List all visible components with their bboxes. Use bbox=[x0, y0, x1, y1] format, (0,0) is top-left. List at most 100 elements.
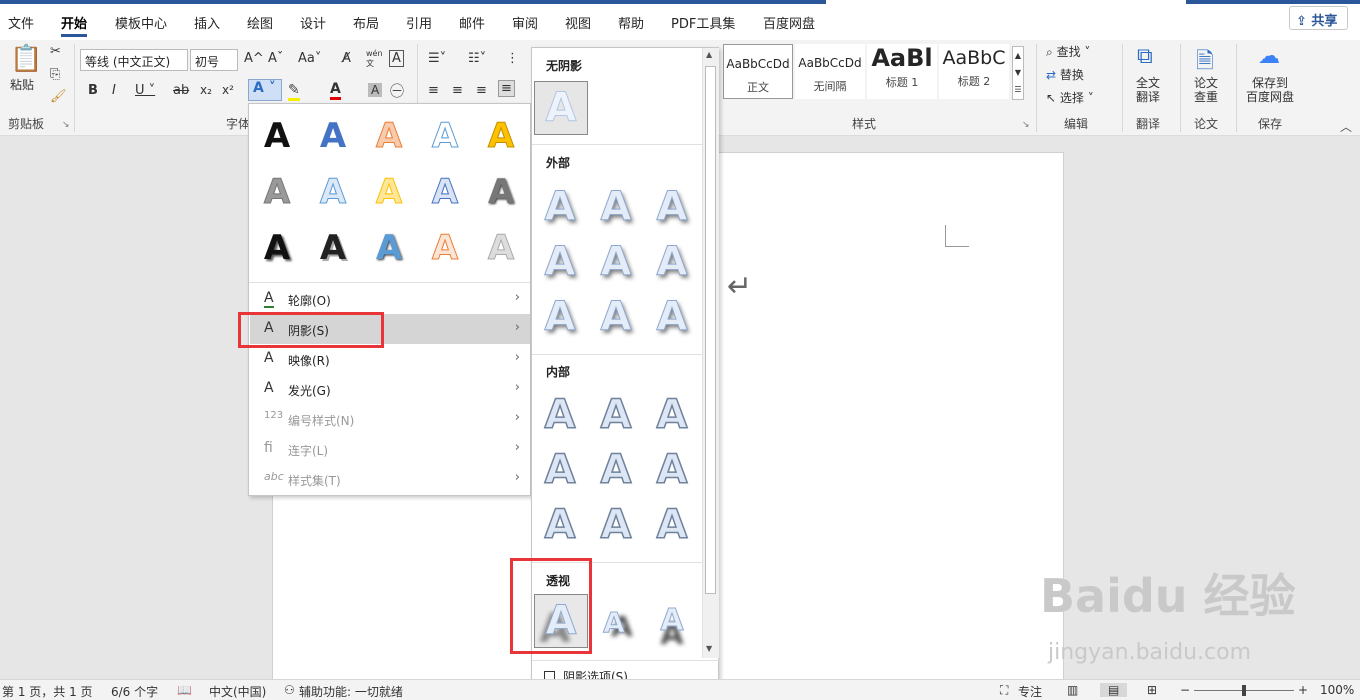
dialog-launcher-icon[interactable]: ↘ bbox=[1022, 120, 1030, 130]
styles-scroll[interactable]: ▲ ▼ ☰ bbox=[1012, 46, 1024, 100]
text-effect-swatch-4[interactable]: A bbox=[425, 116, 465, 157]
clear-format-icon[interactable]: A̸ bbox=[342, 51, 351, 66]
subscript-icon[interactable]: x₂ bbox=[200, 83, 212, 97]
paper-check-button[interactable]: 论文 查重 bbox=[1194, 76, 1218, 104]
inner-shadow-option-1[interactable]: A bbox=[534, 390, 586, 440]
scrollbar-thumb[interactable] bbox=[705, 66, 716, 594]
text-effect-swatch-12[interactable]: A bbox=[313, 228, 353, 268]
align-left-icon[interactable]: ≡ bbox=[428, 83, 439, 98]
menu-item-reflection[interactable]: A 映像(R) › bbox=[250, 344, 530, 374]
no-shadow-option[interactable]: A bbox=[534, 81, 588, 135]
accessibility-status[interactable]: 辅助功能: 一切就绪 bbox=[299, 683, 403, 700]
find-button[interactable]: ⌕ 查找 ˅ bbox=[1046, 43, 1090, 60]
text-effect-swatch-6[interactable]: A bbox=[257, 172, 297, 213]
word-count[interactable]: 6/6 个字 bbox=[111, 683, 158, 700]
tab-home[interactable]: 开始 bbox=[61, 13, 88, 37]
text-effect-swatch-9[interactable]: A bbox=[425, 172, 465, 213]
collapse-ribbon-icon[interactable]: ︿ bbox=[1340, 118, 1352, 135]
style-heading-2[interactable]: AaBbC 标题 2 bbox=[939, 44, 1009, 99]
outer-shadow-option-9[interactable]: A bbox=[646, 292, 698, 342]
style-normal[interactable]: AaBbCcDd 正文 bbox=[723, 44, 793, 99]
highlight-icon[interactable]: ✎ bbox=[288, 82, 300, 101]
read-mode-icon[interactable]: ▥ bbox=[1067, 683, 1078, 697]
perspective-shadow-option-2[interactable]: A bbox=[588, 598, 640, 648]
phonetic-guide-icon[interactable]: wén 文 bbox=[366, 49, 383, 69]
tab-mailings[interactable]: 邮件 bbox=[459, 13, 485, 32]
text-effect-swatch-3[interactable]: A bbox=[369, 116, 409, 157]
inner-shadow-option-9[interactable]: A bbox=[646, 500, 698, 550]
font-size-select[interactable]: 初号 bbox=[190, 49, 238, 71]
focus-mode-button[interactable]: 专注 bbox=[1018, 683, 1042, 700]
tab-insert[interactable]: 插入 bbox=[194, 13, 220, 32]
inner-shadow-option-7[interactable]: A bbox=[534, 500, 586, 550]
outer-shadow-option-1[interactable]: A bbox=[534, 182, 586, 232]
print-layout-icon[interactable]: ▤ bbox=[1100, 683, 1128, 697]
cut-icon[interactable]: ✂ bbox=[50, 44, 61, 59]
inner-shadow-option-4[interactable]: A bbox=[534, 445, 586, 495]
save-to-netdisk-button[interactable]: 保存到 百度网盘 bbox=[1246, 76, 1294, 104]
inner-shadow-option-5[interactable]: A bbox=[590, 445, 642, 495]
outer-shadow-option-5[interactable]: A bbox=[590, 237, 642, 287]
share-button[interactable]: ⇪ 共享 bbox=[1289, 6, 1348, 30]
text-effects-button[interactable]: A ˅ bbox=[248, 79, 282, 101]
character-border-icon[interactable]: A bbox=[389, 50, 404, 67]
inner-shadow-option-8[interactable]: A bbox=[590, 500, 642, 550]
zoom-in-icon[interactable]: + bbox=[1298, 683, 1308, 697]
bullets-icon[interactable]: ☰˅ bbox=[428, 51, 446, 66]
italic-icon[interactable]: I bbox=[112, 83, 116, 98]
tab-draw[interactable]: 绘图 bbox=[247, 13, 273, 32]
strikethrough-icon[interactable]: ab bbox=[173, 83, 189, 98]
justify-icon[interactable]: ≡ bbox=[498, 80, 515, 97]
scroll-up-icon[interactable]: ▲ bbox=[706, 50, 712, 59]
outer-shadow-option-2[interactable]: A bbox=[590, 182, 642, 232]
character-shading-icon[interactable]: A bbox=[368, 83, 383, 97]
replace-button[interactable]: ⇄ 替换 bbox=[1046, 66, 1084, 83]
tab-baidu-netdisk[interactable]: 百度网盘 bbox=[763, 13, 815, 32]
zoom-out-icon[interactable]: − bbox=[1180, 683, 1190, 697]
text-effect-swatch-11[interactable]: A bbox=[257, 228, 297, 268]
language-status[interactable]: 中文(中国) bbox=[209, 683, 266, 700]
font-color-icon[interactable]: A bbox=[330, 81, 341, 100]
align-right-icon[interactable]: ≡ bbox=[476, 83, 487, 98]
bold-icon[interactable]: B bbox=[88, 83, 98, 98]
superscript-icon[interactable]: x² bbox=[222, 83, 234, 97]
grow-font-icon[interactable]: A^ bbox=[244, 51, 264, 66]
change-case-icon[interactable]: Aa˅ bbox=[298, 51, 321, 66]
paste-icon[interactable]: 📋 bbox=[10, 44, 42, 74]
outer-shadow-option-4[interactable]: A bbox=[534, 237, 586, 287]
tab-pdf-tools[interactable]: PDF工具集 bbox=[671, 13, 735, 32]
format-painter-icon[interactable]: 🖌 bbox=[50, 89, 67, 104]
align-center-icon[interactable]: ≡ bbox=[452, 83, 463, 98]
outer-shadow-option-7[interactable]: A bbox=[534, 292, 586, 342]
underline-icon[interactable]: U ˅ bbox=[135, 83, 155, 98]
tab-view[interactable]: 视图 bbox=[565, 13, 591, 32]
text-effect-swatch-2[interactable]: A bbox=[313, 116, 353, 156]
menu-item-glow[interactable]: A 发光(G) › bbox=[250, 374, 530, 404]
tab-references[interactable]: 引用 bbox=[406, 13, 432, 32]
text-effect-swatch-1[interactable]: A bbox=[257, 116, 297, 156]
multilevel-list-icon[interactable]: ⋮ bbox=[506, 51, 519, 66]
copy-icon[interactable]: ⎘ bbox=[50, 67, 60, 82]
outer-shadow-option-3[interactable]: A bbox=[646, 182, 698, 232]
text-effect-swatch-13[interactable]: A bbox=[369, 228, 409, 268]
perspective-shadow-option-3[interactable]: A bbox=[646, 596, 698, 646]
text-effect-swatch-7[interactable]: A bbox=[313, 172, 353, 213]
numbering-icon[interactable]: ☷˅ bbox=[468, 51, 486, 66]
inner-shadow-option-6[interactable]: A bbox=[646, 445, 698, 495]
tab-help[interactable]: 帮助 bbox=[618, 13, 644, 32]
full-translate-button[interactable]: 全文 翻译 bbox=[1136, 76, 1160, 104]
inner-shadow-option-2[interactable]: A bbox=[590, 390, 642, 440]
submenu-scrollbar[interactable]: ▲ ▼ bbox=[702, 48, 719, 658]
page-count[interactable]: 第 1 页，共 1 页 bbox=[2, 683, 93, 700]
tab-review[interactable]: 审阅 bbox=[512, 13, 538, 32]
tab-file[interactable]: 文件 bbox=[8, 13, 34, 32]
proofing-icon[interactable]: 📖 bbox=[177, 683, 192, 697]
zoom-slider-thumb[interactable] bbox=[1242, 685, 1246, 696]
text-effect-swatch-10[interactable]: A bbox=[481, 172, 521, 212]
style-heading-1[interactable]: AaBl 标题 1 bbox=[867, 44, 937, 99]
font-name-select[interactable]: 等线 (中文正文) bbox=[80, 49, 188, 71]
dialog-launcher-icon[interactable]: ↘ bbox=[62, 120, 70, 130]
text-effect-swatch-8[interactable]: A bbox=[369, 172, 409, 213]
select-button[interactable]: ↖ 选择 ˅ bbox=[1046, 89, 1094, 106]
style-no-spacing[interactable]: AaBbCcDd 无间隔 bbox=[795, 44, 865, 99]
